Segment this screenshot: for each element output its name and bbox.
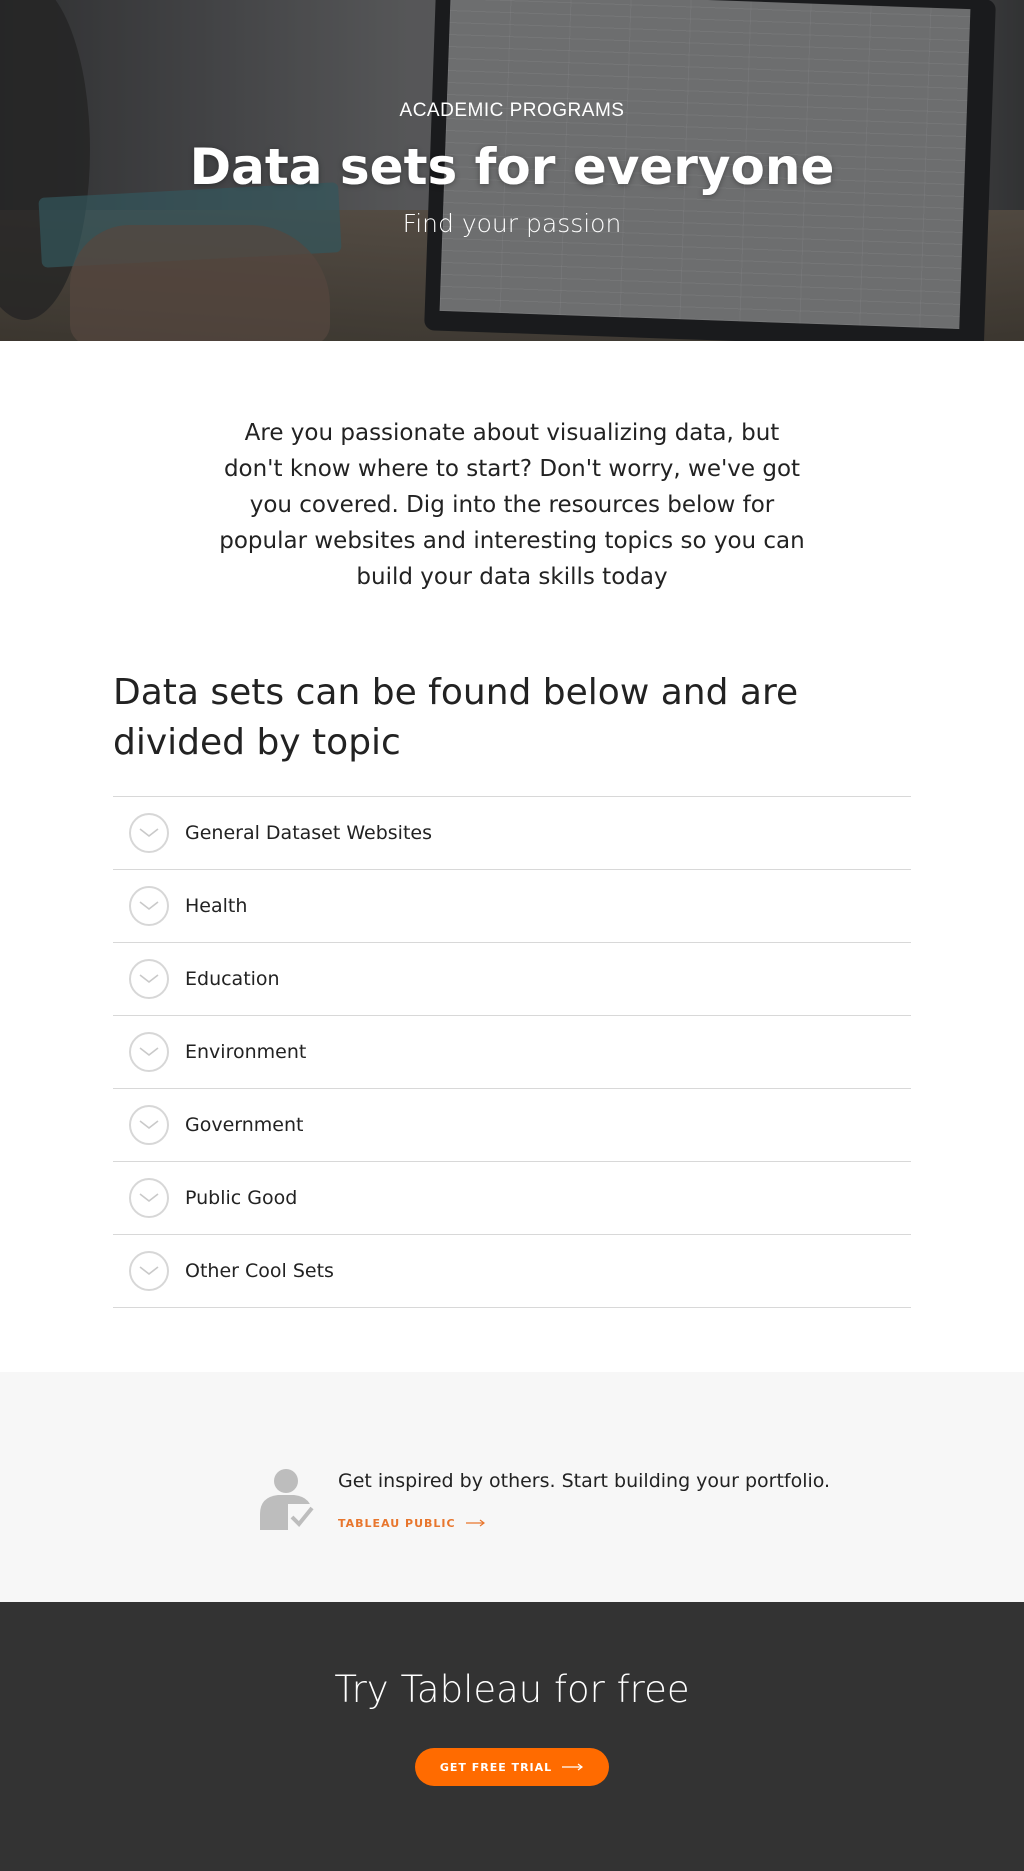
topics-heading: Data sets can be found below and are div… <box>113 672 799 763</box>
chevron-down-icon[interactable] <box>129 959 169 999</box>
person-check-icon <box>258 1464 318 1530</box>
chevron-down-icon[interactable] <box>129 886 169 926</box>
accordion-item-label: Government <box>185 1114 304 1136</box>
hero-subtitle: Find your passion <box>402 209 622 238</box>
inspiration-band: Get inspired by others. Start building y… <box>0 1372 1024 1602</box>
free-trial-cta: Try Tableau for free GET FREE TRIAL <box>0 1602 1024 1871</box>
get-free-trial-button-label: GET FREE TRIAL <box>439 1760 553 1774</box>
accordion-item-label: Education <box>185 968 280 990</box>
chevron-down-icon[interactable] <box>129 1251 169 1291</box>
chevron-down-icon[interactable] <box>129 813 169 853</box>
chevron-down-icon[interactable] <box>129 1105 169 1145</box>
page-title: Data sets for everyone <box>189 138 835 196</box>
inspire-text: Get inspired by others. Start building y… <box>338 1470 831 1492</box>
hero-eyebrow: ACADEMIC PROGRAMS <box>399 100 625 121</box>
accordion-item-government[interactable]: Government <box>113 1089 911 1162</box>
chevron-down-icon[interactable] <box>129 1032 169 1072</box>
tableau-public-link[interactable]: TABLEAU PUBLIC <box>338 1517 486 1530</box>
accordion-item-label: Health <box>185 895 248 917</box>
accordion-item-health[interactable]: Health <box>113 870 911 943</box>
intro-paragraph: Are you passionate about visualizing dat… <box>219 420 805 590</box>
hero-banner: ACADEMIC PROGRAMS Data sets for everyone… <box>0 0 1024 341</box>
accordion-item-general-dataset-websites[interactable]: General Dataset Websites <box>113 797 911 870</box>
get-free-trial-button[interactable]: GET FREE TRIAL <box>415 1748 609 1786</box>
accordion-item-other-cool-sets[interactable]: Other Cool Sets <box>113 1235 911 1308</box>
arrow-right-icon <box>562 1761 584 1774</box>
arrow-right-icon <box>465 1517 486 1530</box>
accordion-item-education[interactable]: Education <box>113 943 911 1016</box>
accordion-item-label: Other Cool Sets <box>185 1260 334 1282</box>
accordion-item-label: General Dataset Websites <box>185 822 432 844</box>
accordion-item-environment[interactable]: Environment <box>113 1016 911 1089</box>
accordion-item-label: Environment <box>185 1041 307 1063</box>
chevron-down-icon[interactable] <box>129 1178 169 1218</box>
accordion-item-label: Public Good <box>185 1187 298 1209</box>
accordion-item-public-good[interactable]: Public Good <box>113 1162 911 1235</box>
topics-accordion: General Dataset Websites Health Educatio… <box>113 796 911 1308</box>
cta-title: Try Tableau for free <box>334 1668 690 1711</box>
tableau-public-link-label: TABLEAU PUBLIC <box>338 1517 456 1530</box>
